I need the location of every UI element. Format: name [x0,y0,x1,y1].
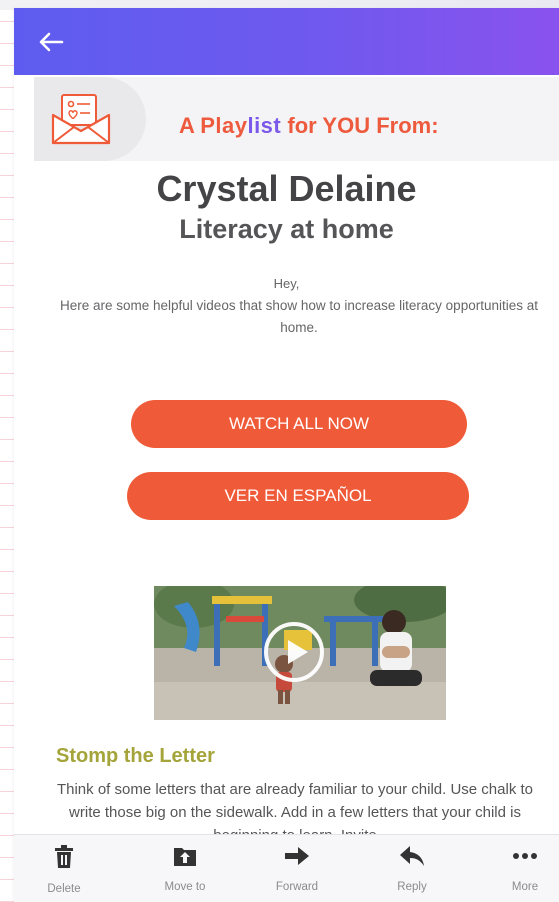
move-to-button[interactable]: Move to [140,845,230,893]
author-name: Crystal Delaine [156,168,417,209]
play-triangle [288,640,308,664]
forward-button[interactable]: Forward [252,845,342,893]
playlist-logo: Playlist [200,113,281,138]
playlist-title: Literacy at home [179,214,394,244]
delete-label: Delete [47,883,81,895]
greeting-text: Hey, [273,276,300,291]
delete-button[interactable]: Delete [19,845,109,895]
reply-label: Reply [397,881,427,893]
folder-move-icon [174,848,196,866]
banner-prefix: A [179,113,201,138]
forward-label: Forward [275,881,319,893]
more-button[interactable]: More [480,845,559,893]
trash-icon [55,845,73,868]
app-bar [14,8,559,75]
more-label: More [511,881,539,893]
watch-all-now-button[interactable]: WATCH ALL NOW [131,400,467,448]
email-view: A Playlist for YOU From: Crystal Delaine… [14,8,559,902]
envelope-letter-icon [51,94,111,145]
video-thumbnail[interactable] [154,586,446,720]
move-to-label: Move to [164,881,206,893]
envelope-badge [34,77,146,161]
logo-play: Play [200,113,248,138]
section-title: Stomp the Letter [56,745,215,767]
intro-message: Here are some helpful videos that show h… [59,298,538,335]
logo-list: list [247,113,282,138]
ver-en-espanol-button[interactable]: VER EN ESPAÑOL [127,472,469,520]
more-dots-icon [513,853,537,859]
banner-heading: A Playlist for YOU From: [179,113,439,139]
reply-button[interactable]: Reply [367,845,457,893]
arrow-left-icon[interactable] [38,30,64,54]
forward-arrow-icon [285,847,309,865]
banner-suffix: for YOU From: [281,113,439,138]
reply-arrow-icon [400,846,424,866]
play-icon[interactable] [264,622,324,682]
playlist-banner: A Playlist for YOU From: [34,77,559,161]
bottom-toolbar: Delete Move to Forward Reply More [14,834,559,902]
